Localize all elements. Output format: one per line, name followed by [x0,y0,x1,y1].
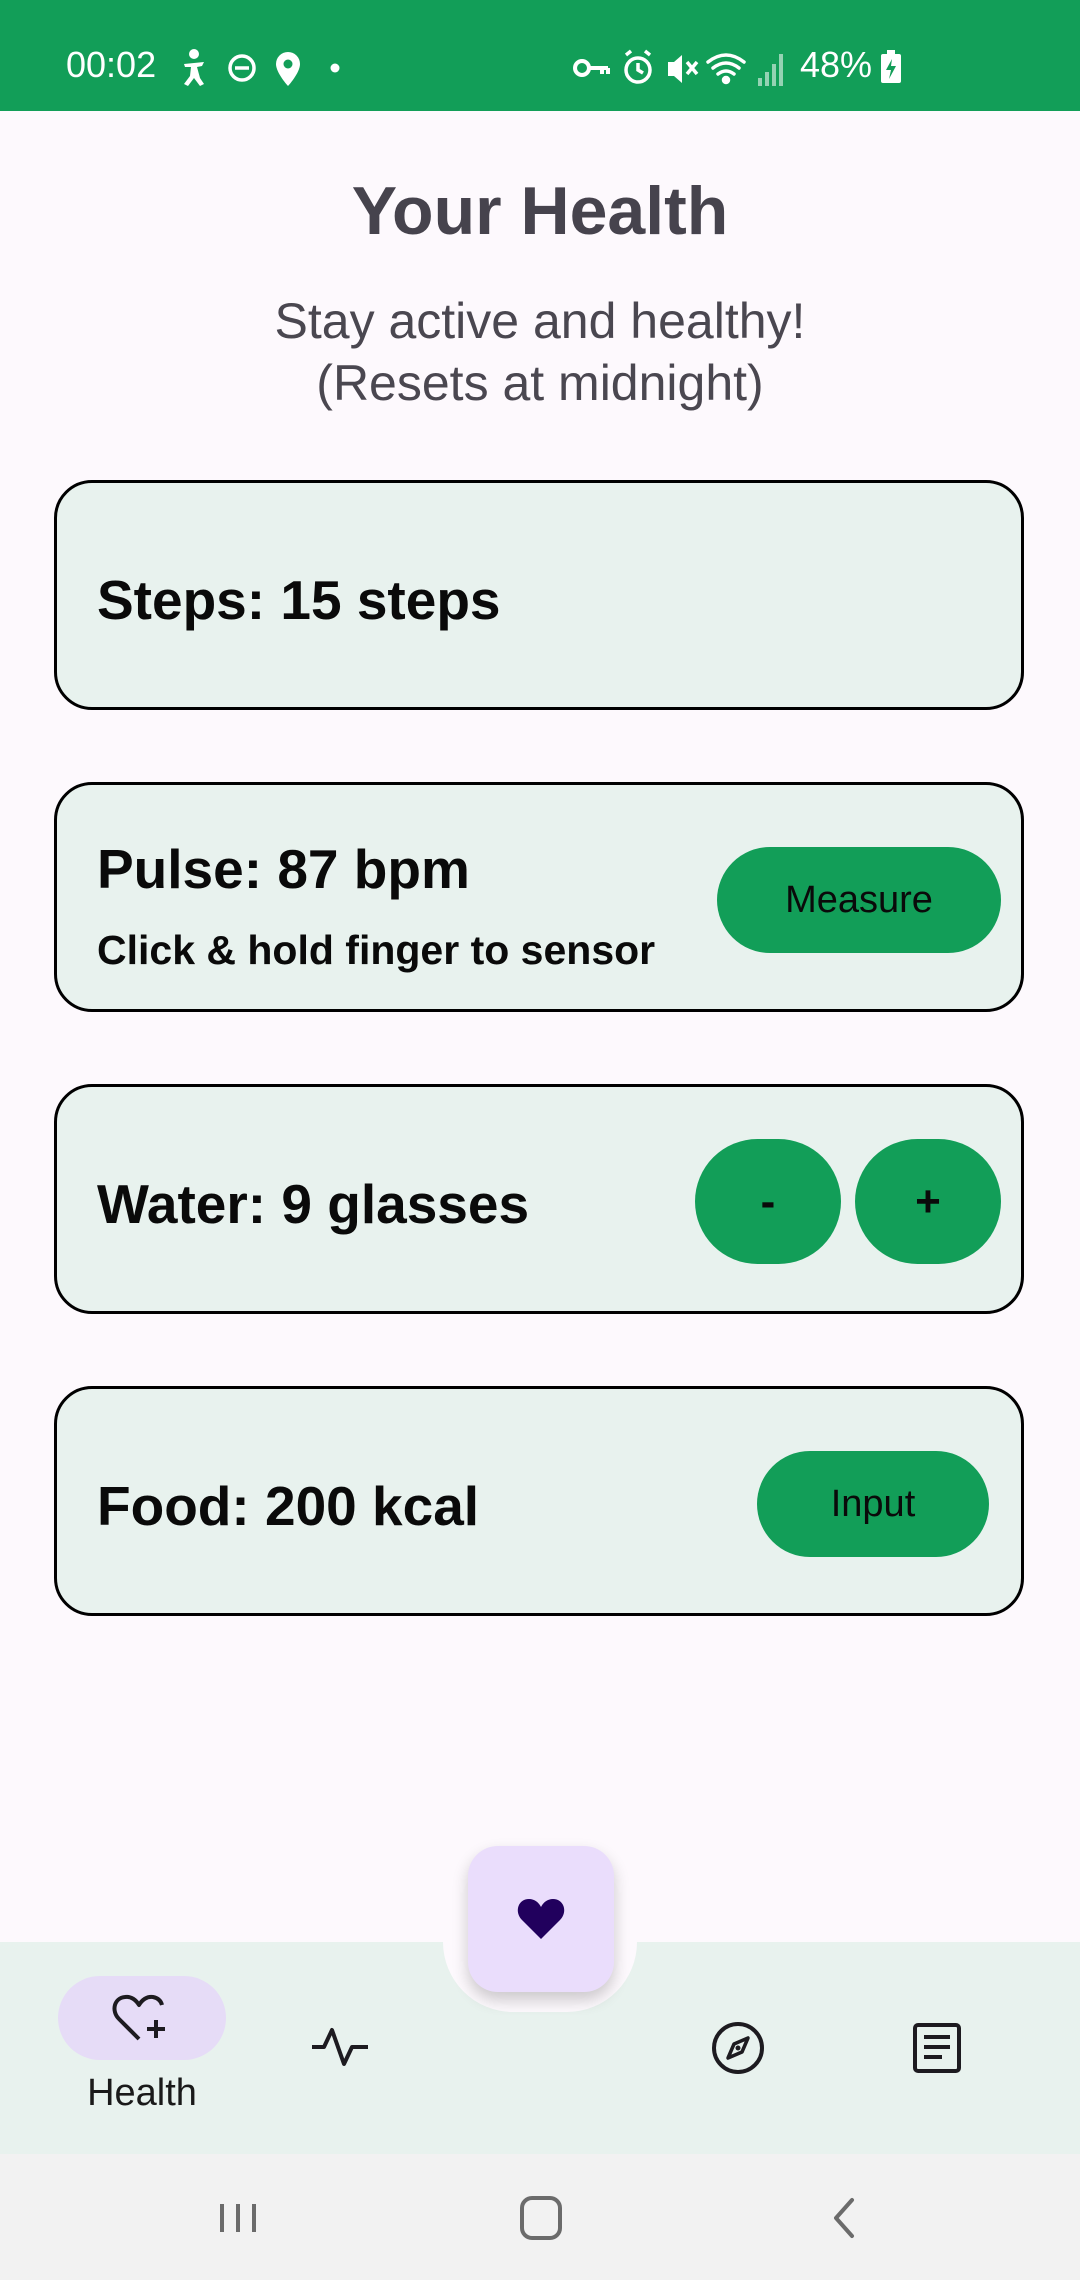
wifi-icon [706,53,746,85]
status-left-icons [184,49,340,86]
home-icon[interactable] [516,2190,566,2246]
subtitle-line-2: (Resets at midnight) [316,355,764,411]
recents-icon[interactable] [216,2190,260,2246]
food-input-button[interactable]: Input [757,1451,989,1557]
page-subtitle: Stay active and healthy! (Resets at midn… [0,290,1080,414]
fab-button[interactable] [468,1846,614,1992]
article-icon[interactable] [912,2022,962,2074]
page-title: Your Health [351,173,729,249]
pulse-hint: Click & hold finger to sensor [97,927,656,973]
signal-icon [758,54,783,86]
back-icon[interactable] [824,2190,864,2246]
food-label: Food: 200 kcal [97,1475,480,1537]
nav-label-health: Health [87,2072,197,2114]
water-decrement-button[interactable]: - [695,1139,841,1264]
battery-percent: 48% [800,44,873,85]
water-card: Water: 9 glasses - + [54,1084,1024,1314]
dnd-icon [228,54,256,82]
alarm-icon [624,49,652,84]
steps-label: Steps: 15 steps [97,569,501,631]
accessibility-icon [184,49,204,86]
mute-icon [668,55,699,83]
heart-icon [517,1899,565,1939]
status-time: 00:02 [66,44,157,85]
dot-icon [330,63,340,73]
steps-card: Steps: 15 steps [54,480,1024,710]
pulse-card: Pulse: 87 bpm Click & hold finger to sen… [54,782,1024,1012]
water-label: Water: 9 glasses [97,1173,530,1235]
vpn-key-icon [573,59,610,77]
nav-item-health[interactable] [58,1976,226,2060]
status-bar: 00:02 48% [0,0,1080,111]
pulse-icon[interactable] [310,2022,370,2072]
water-increment-button[interactable]: + [855,1139,1001,1264]
status-right-icons [573,49,783,86]
subtitle-line-1: Stay active and healthy! [274,293,806,349]
heart-plus-icon [112,1994,165,2041]
pulse-label: Pulse: 87 bpm [97,838,470,900]
food-card: Food: 200 kcal Input [54,1386,1024,1616]
location-icon [276,52,300,86]
battery-charging-icon [881,50,901,83]
compass-icon[interactable] [710,2020,766,2076]
measure-button[interactable]: Measure [717,847,1001,953]
